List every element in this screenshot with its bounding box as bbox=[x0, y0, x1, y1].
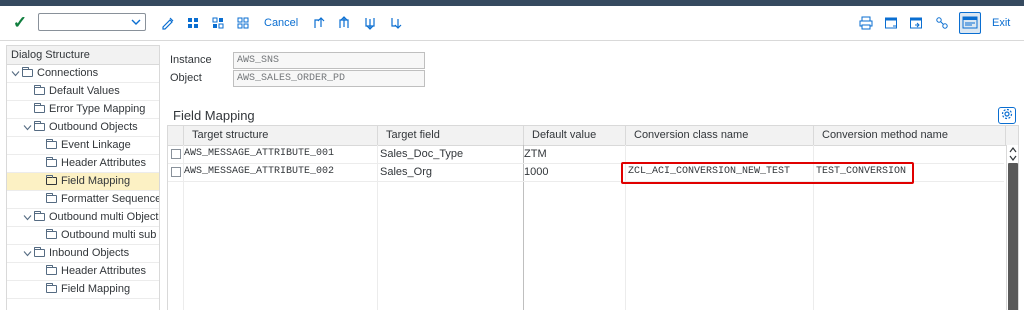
tree-item-label: Inbound Objects bbox=[49, 247, 130, 259]
expand-icon[interactable] bbox=[11, 65, 21, 82]
cancel-button[interactable]: Cancel bbox=[264, 13, 298, 33]
cell-target-field[interactable]: Sales_Org bbox=[380, 163, 522, 181]
object-label: Object bbox=[170, 72, 202, 84]
section-title: Field Mapping bbox=[173, 108, 255, 123]
tree-item[interactable]: Outbound Objects bbox=[7, 119, 159, 137]
new-window-icon[interactable] bbox=[881, 13, 901, 33]
row-select-checkbox[interactable] bbox=[171, 149, 181, 159]
dialog-structure-panel: Dialog Structure Connections Default Valu… bbox=[6, 45, 160, 310]
tree-item-label: Header Attributes bbox=[61, 157, 146, 169]
cell-default-value[interactable]: ZTM bbox=[524, 145, 624, 163]
row-select-checkbox[interactable] bbox=[171, 167, 181, 177]
folder-icon bbox=[34, 103, 45, 113]
folder-icon bbox=[46, 175, 57, 185]
tree-item-label: Default Values bbox=[49, 85, 120, 97]
application-toolbar: ✓ Cancel Exit bbox=[0, 6, 1024, 41]
tree-item[interactable]: Connections bbox=[7, 65, 159, 83]
tree-item[interactable]: Header Attributes bbox=[7, 263, 159, 281]
select-all-icon[interactable] bbox=[183, 13, 203, 33]
hierarchy-icon[interactable] bbox=[932, 13, 952, 33]
folder-icon bbox=[22, 67, 33, 77]
expand-icon[interactable] bbox=[23, 209, 33, 226]
column-header-target-field[interactable]: Target field bbox=[378, 126, 524, 145]
tree-item[interactable]: Field Mapping bbox=[7, 173, 159, 191]
column-header-target-structure[interactable]: Target structure bbox=[184, 126, 378, 145]
chevron-down-icon[interactable] bbox=[131, 15, 141, 32]
cell-default-value[interactable]: 1000 bbox=[524, 163, 624, 181]
column-header-conversion-class[interactable]: Conversion class name bbox=[626, 126, 814, 145]
tree-item[interactable]: Inbound Objects bbox=[7, 245, 159, 263]
tree-item[interactable]: Outbound multi sub Obj bbox=[7, 227, 159, 245]
next-page-icon[interactable] bbox=[360, 13, 380, 33]
cell-target-structure[interactable]: AWS_MESSAGE_ATTRIBUTE_002 bbox=[184, 163, 376, 181]
last-page-icon[interactable] bbox=[386, 13, 406, 33]
deselect-icon[interactable] bbox=[208, 13, 228, 33]
instance-field[interactable]: AWS_SNS bbox=[233, 51, 425, 69]
column-header-conversion-method[interactable]: Conversion method name bbox=[814, 126, 1006, 145]
cell-target-field[interactable]: Sales_Doc_Type bbox=[380, 145, 522, 163]
scrollbar-thumb[interactable] bbox=[1008, 163, 1018, 310]
tree-item-label: Field Mapping bbox=[61, 175, 131, 187]
tree-item[interactable]: Outbound multi Objects bbox=[7, 209, 159, 227]
scroll-down-icon[interactable] bbox=[1006, 154, 1018, 163]
tree-item[interactable]: Event Linkage bbox=[7, 137, 159, 155]
folder-icon bbox=[46, 157, 57, 167]
tree-item-label: Formatter Sequence bbox=[61, 193, 159, 205]
dialog-structure-title: Dialog Structure bbox=[7, 46, 159, 65]
folder-icon bbox=[34, 211, 45, 221]
tree-item-label: Error Type Mapping bbox=[49, 103, 146, 115]
folder-icon bbox=[46, 193, 57, 203]
gear-icon bbox=[1001, 108, 1013, 123]
folder-icon bbox=[46, 229, 57, 239]
tree-item-label: Outbound multi Objects bbox=[49, 211, 159, 223]
folder-icon bbox=[34, 85, 45, 95]
cell-conversion-class[interactable] bbox=[628, 145, 812, 163]
tree-item-label: Field Mapping bbox=[61, 283, 131, 295]
cell-target-structure[interactable]: AWS_MESSAGE_ATTRIBUTE_001 bbox=[184, 145, 376, 163]
select-block-icon[interactable] bbox=[233, 13, 253, 33]
cell-conversion-method[interactable] bbox=[816, 145, 1004, 163]
tree-item-label: Outbound Objects bbox=[49, 121, 138, 133]
previous-page-icon[interactable] bbox=[334, 13, 354, 33]
folder-icon bbox=[46, 139, 57, 149]
tree-item-label: Header Attributes bbox=[61, 265, 146, 277]
settings-button[interactable] bbox=[998, 107, 1016, 124]
table-header: Target structure Target field Default va… bbox=[168, 126, 1018, 146]
field-mapping-table: Target structure Target field Default va… bbox=[167, 125, 1019, 310]
row-selector-header[interactable] bbox=[168, 126, 184, 145]
tree-item-label: Connections bbox=[37, 67, 99, 79]
tree-item[interactable]: Formatter Sequence bbox=[7, 191, 159, 209]
column-header-default-value[interactable]: Default value bbox=[524, 126, 626, 145]
highlight-annotation-box bbox=[621, 162, 914, 184]
folder-icon bbox=[34, 121, 45, 131]
command-field[interactable] bbox=[38, 13, 146, 31]
folder-icon bbox=[34, 247, 45, 257]
tree-item[interactable]: Error Type Mapping bbox=[7, 101, 159, 119]
folder-icon bbox=[46, 265, 57, 275]
expand-icon[interactable] bbox=[23, 245, 33, 262]
tree-item-label: Event Linkage bbox=[61, 139, 131, 151]
tree-item[interactable]: Default Values bbox=[7, 83, 159, 101]
object-field[interactable]: AWS_SALES_ORDER_PD bbox=[233, 69, 425, 87]
check-icon[interactable]: ✓ bbox=[10, 13, 30, 33]
export-window-icon[interactable] bbox=[906, 13, 926, 33]
tree-item[interactable]: Header Attributes bbox=[7, 155, 159, 173]
tree-item-label: Outbound multi sub Obj bbox=[61, 229, 159, 241]
tree-item[interactable]: Field Mapping bbox=[7, 281, 159, 299]
edit-icon[interactable] bbox=[158, 13, 178, 33]
expand-icon[interactable] bbox=[23, 119, 33, 136]
dialog-structure-tree: Connections Default Values Error Type Mapp… bbox=[7, 65, 159, 299]
instance-label: Instance bbox=[170, 54, 212, 66]
gui-options-icon[interactable] bbox=[959, 12, 981, 34]
first-page-icon[interactable] bbox=[309, 13, 329, 33]
folder-icon bbox=[46, 283, 57, 293]
print-icon[interactable] bbox=[856, 13, 876, 33]
exit-button[interactable]: Exit bbox=[992, 13, 1010, 33]
